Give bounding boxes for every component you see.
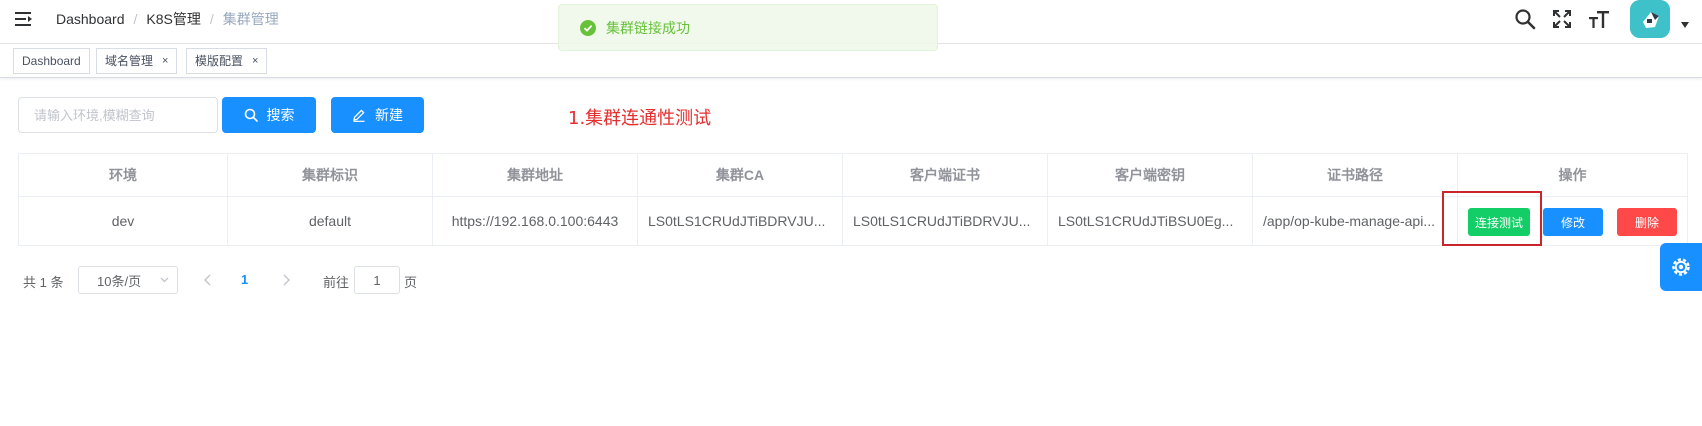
edit-button[interactable]: 修改 [1543, 208, 1603, 236]
page-size-select[interactable]: 10条/页 [78, 266, 178, 294]
avatar[interactable] [1630, 0, 1670, 38]
avatar-image [1630, 0, 1670, 38]
message-text: 集群链接成功 [606, 19, 690, 36]
settings-button[interactable] [1660, 243, 1702, 291]
tag-label: 模版配置 [195, 54, 244, 68]
cell-cert-path-text: /app/op-kube-manage-api... [1263, 213, 1435, 229]
pagination-page-unit: 页 [404, 275, 418, 290]
page-size-value: 10条/页 [97, 273, 142, 289]
breadcrumb: Dashboard / K8S管理 / 集群管理 [56, 10, 279, 28]
tag-dashboard[interactable]: Dashboard [13, 48, 90, 74]
chevron-right-icon[interactable] [278, 272, 294, 288]
table-header: 环境 集群标识 集群地址 集群CA 客户端证书 客户端密钥 证书路径 操作 [19, 154, 1687, 197]
chevron-left-icon[interactable] [200, 272, 216, 288]
cluster-table: 环境 集群标识 集群地址 集群CA 客户端证书 客户端密钥 证书路径 操作 de… [18, 153, 1688, 246]
breadcrumb-separator: / [209, 11, 214, 27]
font-size-icon[interactable] [1588, 8, 1610, 30]
breadcrumb-k8s[interactable]: K8S管理 [146, 10, 200, 28]
highlight-box [1442, 191, 1542, 246]
search-icon[interactable] [1514, 8, 1536, 30]
column-header: 客户端证书 [843, 154, 1048, 196]
close-icon[interactable]: × [252, 49, 258, 73]
cell-ca: LS0tLS1CRUdJTiBDRVJU... [638, 197, 843, 245]
fullscreen-icon[interactable] [1551, 8, 1573, 30]
cell-env: dev [19, 197, 228, 245]
cell-ca-text: LS0tLS1CRUdJTiBDRVJU... [648, 213, 826, 229]
search-button-label: 搜索 [266, 107, 295, 123]
add-button-label: 新建 [375, 107, 403, 123]
table-row: dev default https://192.168.0.100:6443 L… [19, 197, 1687, 245]
cell-client-key-text: LS0tLS1CRUdJTiBSU0Eg... [1058, 213, 1234, 229]
column-header: 集群标识 [228, 154, 433, 196]
cell-address: https://192.168.0.100:6443 [433, 197, 638, 245]
chevron-down-icon [160, 277, 169, 283]
column-header: 环境 [19, 154, 228, 196]
column-header: 证书路径 [1253, 154, 1458, 196]
hamburger-icon[interactable] [15, 11, 33, 27]
pagination-goto-label: 前往 [323, 275, 350, 290]
tags-view: Dashboard 域名管理 × 模版配置 × [0, 44, 1702, 78]
column-header: 集群地址 [433, 154, 638, 196]
edit-icon [353, 109, 365, 122]
page-jump-input[interactable] [354, 266, 400, 294]
breadcrumb-dashboard[interactable]: Dashboard [56, 10, 125, 28]
cell-client-key: LS0tLS1CRUdJTiBSU0Eg... [1048, 197, 1253, 245]
tag-label: Dashboard [22, 54, 81, 68]
cell-cert-path: /app/op-kube-manage-api... [1253, 197, 1458, 245]
success-check-icon [580, 19, 596, 36]
page-number[interactable]: 1 [241, 272, 248, 287]
tag-domain-management[interactable]: 域名管理 × [96, 48, 178, 74]
cell-client-cert: LS0tLS1CRUdJTiBDRVJU... [843, 197, 1048, 245]
tag-label: 域名管理 [105, 54, 154, 68]
gear-icon [1672, 258, 1690, 276]
tag-template-config[interactable]: 模版配置 × [186, 48, 268, 74]
search-input[interactable] [18, 97, 218, 133]
search-button[interactable]: 搜索 [222, 97, 316, 133]
search-icon [244, 108, 258, 122]
cell-client-cert-text: LS0tLS1CRUdJTiBDRVJU... [853, 213, 1031, 229]
delete-button[interactable]: 删除 [1617, 208, 1677, 236]
cell-cluster-id: default [228, 197, 433, 245]
add-button[interactable]: 新建 [331, 97, 424, 133]
pagination-total: 共 1 条 [23, 275, 64, 290]
annotation-label: 1.集群连通性测试 [568, 108, 712, 129]
close-icon[interactable]: × [162, 49, 168, 73]
chevron-down-icon[interactable] [1681, 22, 1689, 28]
breadcrumb-current: 集群管理 [222, 11, 279, 27]
breadcrumb-separator: / [133, 11, 138, 27]
column-header: 集群CA [638, 154, 843, 196]
column-header: 操作 [1558, 167, 1587, 183]
column-header: 客户端密钥 [1048, 154, 1253, 196]
